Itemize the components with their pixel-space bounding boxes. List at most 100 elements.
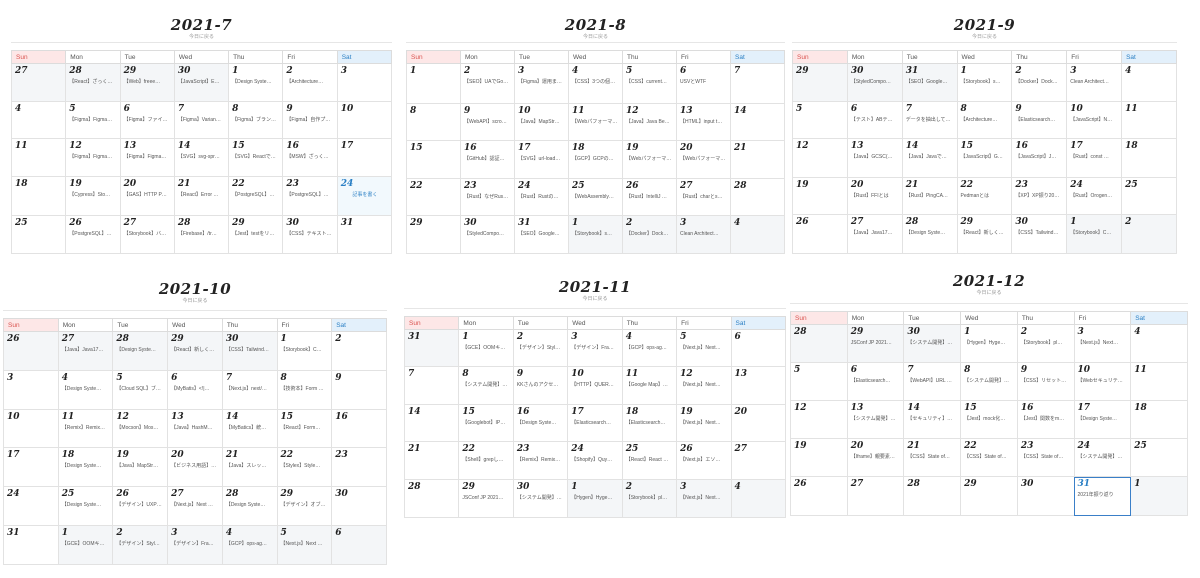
article-link[interactable]: 【Shopify】Quy… [569, 455, 621, 464]
day-cell[interactable]: 26 【Next.js】エソ… [676, 441, 732, 480]
article-link[interactable]: 【Remix】Remix… [514, 455, 566, 464]
day-cell[interactable]: 16 【MSW】ざっく… [282, 138, 338, 177]
article-link[interactable]: 【PostgreSQL】… [284, 190, 336, 199]
article-link[interactable]: 【Design Syste… [903, 228, 956, 237]
day-cell[interactable]: 10 【JavaScript】N… [1066, 101, 1123, 139]
day-cell[interactable]: 20 [730, 404, 787, 442]
day-cell[interactable]: 28 【Firebase】/tr… [173, 215, 230, 254]
article-link[interactable]: KKさんのアクセ… [514, 380, 566, 389]
day-cell[interactable]: 17 【Design Syste… [1073, 400, 1132, 439]
article-link[interactable]: 【React】Form… [278, 423, 331, 432]
day-cell[interactable]: 3 【デザイン】Fra… [167, 525, 223, 565]
day-cell[interactable]: 18 [1130, 400, 1188, 439]
article-link[interactable]: 【Java】Javaで… [903, 152, 956, 161]
day-cell[interactable]: 5 【CSS】current… [622, 63, 677, 104]
day-cell[interactable]: 15 【Googlebot】IP… [458, 404, 514, 442]
day-cell[interactable]: 4 【Design Syste… [57, 370, 114, 410]
article-link[interactable]: 【Design Syste… [223, 500, 276, 509]
day-cell[interactable]: 23 【XP】XP振り20… [1011, 177, 1068, 215]
day-cell[interactable]: 1 [1130, 476, 1188, 516]
day-cell[interactable]: 4 [1121, 63, 1177, 102]
day-cell[interactable]: 8 【システム開発】… [458, 366, 514, 405]
article-link[interactable]: 【GCP】GCPの… [570, 154, 622, 163]
day-cell[interactable]: 6 【Elasticsearch… [846, 362, 905, 401]
day-cell[interactable]: 10 【Webセキュリテ… [1073, 362, 1132, 401]
day-cell[interactable]: 7 【WebAPI】URL … [903, 362, 962, 401]
article-link[interactable]: 【Elasticsearch… [623, 418, 675, 427]
article-link[interactable]: 【Figma】ファイ… [121, 115, 173, 124]
day-cell[interactable]: 4 [10, 101, 67, 139]
article-link[interactable]: 【Next.js】Next … [169, 500, 222, 509]
day-cell[interactable]: 28 【Design Syste… [901, 214, 958, 254]
day-cell[interactable]: 24 [3, 486, 59, 526]
day-cell[interactable]: 29 JSConf JP 2021… [846, 324, 905, 363]
article-link[interactable]: 【Architecture… [958, 115, 1011, 124]
article-link[interactable]: 【デザイン】Fra… [569, 343, 621, 352]
day-cell[interactable]: 26 [3, 331, 59, 371]
article-link[interactable]: 【SVG】url-load… [516, 154, 568, 163]
day-cell[interactable]: 24 【Rust】Rustの… [514, 178, 569, 216]
article-link[interactable]: 【システム開発】… [848, 414, 903, 423]
article-link[interactable]: 【デザイン】オブ… [278, 500, 331, 509]
day-cell[interactable]: 8 【Figma】ブラン… [228, 101, 284, 139]
day-cell[interactable]: 13 【Java】GCSC(… [846, 138, 903, 178]
day-cell[interactable]: 21 [403, 441, 460, 480]
day-cell[interactable]: 30 [1016, 476, 1075, 516]
day-cell[interactable]: 26 【Rust】IntelliJ … [622, 178, 677, 216]
article-link[interactable]: 【Java】MapStr… [114, 461, 167, 470]
article-link[interactable]: 【Remix】Remix… [59, 423, 112, 432]
day-cell[interactable]: 20 【ビジネス用語】… [167, 447, 223, 487]
day-cell[interactable]: 14 [403, 404, 460, 442]
day-cell[interactable]: 22 【CSS】State of… [960, 438, 1018, 477]
day-cell[interactable]: 31 【SEO】Google… [514, 215, 569, 254]
article-link[interactable]: 【Java】Java Be… [624, 117, 676, 126]
article-link[interactable]: 【Jest】関数をm… [1018, 414, 1073, 423]
article-link[interactable]: 【JavaScript】J… [1013, 152, 1066, 161]
article-link[interactable]: 【CSS】テキスト… [284, 229, 336, 238]
day-cell[interactable]: 28 [903, 476, 962, 516]
day-cell[interactable]: 4 [1130, 324, 1188, 363]
day-cell[interactable]: 14 【Java】Javaで… [901, 138, 958, 178]
day-cell[interactable]: 31 [403, 329, 460, 367]
article-link[interactable]: Clean Architect… [678, 229, 730, 238]
day-cell[interactable]: 28 [730, 178, 785, 216]
day-cell[interactable]: 2 【Architecture… [282, 63, 338, 102]
day-cell[interactable]: 21 【CSS】State of… [903, 438, 962, 477]
article-link[interactable]: 【React】Error … [175, 190, 227, 199]
day-cell[interactable]: 21 【Rust】PingCA… [901, 177, 958, 215]
article-link[interactable]: 【Webパフォーマ… [678, 154, 730, 163]
article-link[interactable]: 【Rust】なぜRus… [462, 192, 514, 201]
article-link[interactable]: 【Docker】Dock… [624, 229, 676, 238]
article-link[interactable]: 【React】新しく… [958, 228, 1011, 237]
article-link[interactable]: 【Java】GCSC(… [848, 152, 901, 161]
day-cell[interactable]: 8 【システム開発】… [960, 362, 1018, 401]
day-cell[interactable]: 30 【StyledCompo… [846, 63, 903, 102]
article-link[interactable]: 【XP】XP振り20… [1013, 191, 1066, 200]
day-cell[interactable]: 29 【React】新しく… [956, 214, 1013, 254]
day-cell[interactable]: 3 [336, 63, 393, 102]
article-link[interactable]: USVとWTF [678, 77, 730, 86]
day-cell[interactable]: 11 【Google Map】… [621, 366, 678, 405]
day-cell[interactable]: 5 【Next.js】Next … [276, 525, 333, 565]
day-cell[interactable]: 23 【CSS】State of… [1016, 438, 1075, 477]
day-cell[interactable]: 15 【SVG】Reactで… [228, 138, 284, 177]
article-link[interactable]: 【Webパフォーマ… [624, 154, 676, 163]
day-cell[interactable]: 28 【Design Syste… [221, 486, 278, 526]
article-link[interactable]: 【Webセキュリテ… [1075, 376, 1130, 385]
article-link[interactable]: 【CSS】Tailwind… [223, 345, 276, 354]
day-cell[interactable]: 26 【PostgreSQL】… [65, 215, 121, 254]
article-link[interactable]: 2021年振り返り [1075, 490, 1130, 499]
day-cell[interactable]: 10 【Java】MapStr… [514, 103, 569, 141]
day-cell[interactable]: 17 [336, 138, 393, 177]
article-link[interactable]: 【デザイン】Styl… [514, 343, 566, 352]
day-cell[interactable]: 3 Clean Architect… [676, 215, 731, 254]
day-cell[interactable]: 19 【Java】MapStr… [112, 447, 169, 487]
day-cell[interactable]: 7 [730, 63, 785, 104]
day-cell[interactable]: 8 【Architecture… [956, 101, 1013, 139]
article-link[interactable]: 【GAS】HTTP P… [121, 190, 173, 199]
article-link[interactable]: 【StyledCompo… [462, 229, 514, 238]
article-link[interactable]: 【Java】Java17… [59, 345, 112, 354]
day-cell[interactable]: 11 [1130, 362, 1188, 401]
article-link[interactable]: 【CSS】State of… [962, 452, 1017, 461]
day-cell[interactable]: 27 【Java】Java17… [57, 331, 114, 371]
